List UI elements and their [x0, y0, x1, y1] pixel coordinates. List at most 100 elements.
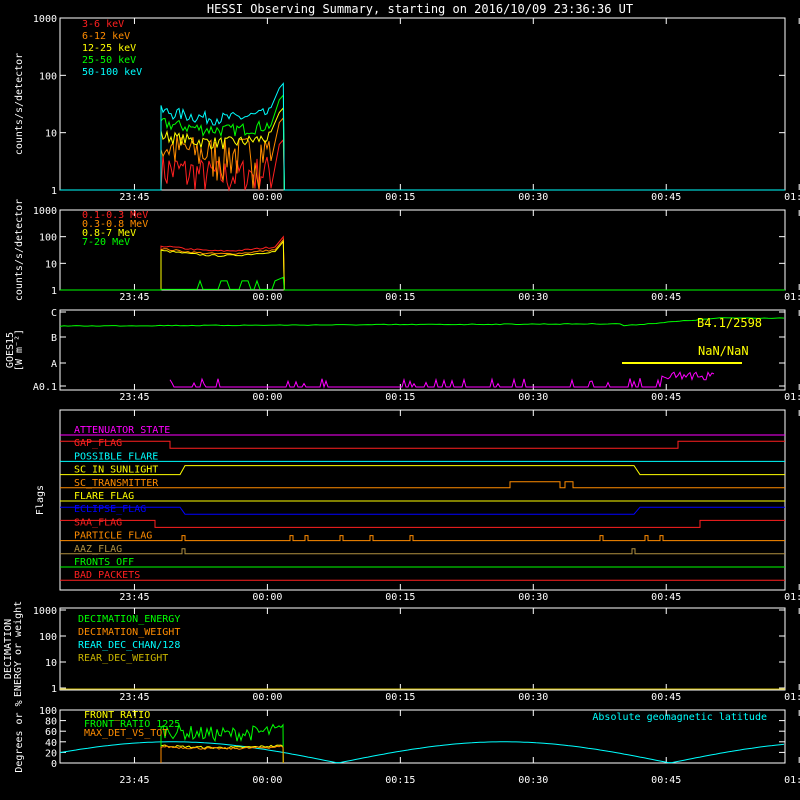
series-line-4	[60, 276, 785, 291]
time-tick-label: 00:45	[651, 775, 681, 786]
y-axis-label: counts/s/detector	[14, 199, 25, 301]
legend-entry: Absolute geomagnetic latitude	[592, 712, 767, 723]
y-tick-label: 1	[51, 684, 57, 695]
time-tick-label: 23:45	[119, 692, 149, 703]
goes-annotation: B4.1/2598	[697, 316, 762, 330]
y-tick-label: C	[51, 308, 57, 319]
time-tick-label: 00:30	[518, 292, 548, 303]
panel-4-frame	[59, 409, 786, 591]
y-axis-label: Degrees or %	[14, 700, 25, 772]
time-tick-label: 00:15	[385, 775, 415, 786]
series-line-2	[60, 238, 785, 291]
flag-line-8	[60, 519, 785, 528]
time-tick-label: 00:45	[651, 192, 681, 203]
time-tick-label: 00:15	[385, 592, 415, 603]
time-tick-label: 01:00	[784, 292, 800, 303]
y-tick-label: 10	[45, 658, 57, 669]
time-tick-label: 00:45	[651, 292, 681, 303]
flag-label: FLARE_FLAG	[74, 491, 134, 502]
flag-line-5	[60, 481, 785, 489]
flag-label: SC_TRANSMITTER	[74, 478, 159, 489]
y-tick-label: 10	[45, 259, 57, 270]
time-tick-label: 01:00	[784, 392, 800, 403]
flag-line-4	[60, 465, 785, 476]
y-tick-label: 1000	[33, 14, 57, 25]
time-tick-label: 23:45	[119, 292, 149, 303]
series-line-2	[60, 116, 785, 191]
y-tick-label: 100	[39, 71, 57, 82]
y-axis-label: [W m⁻²]	[14, 329, 25, 371]
time-tick-label: 23:45	[119, 775, 149, 786]
legend-entry: MAX_DET_VS_TOT	[84, 728, 168, 739]
flag-line-2	[60, 440, 785, 449]
time-tick-label: 01:00	[784, 775, 800, 786]
time-tick-label: 00:30	[518, 775, 548, 786]
time-tick-label: 00:30	[518, 692, 548, 703]
time-tick-label: 01:00	[784, 592, 800, 603]
flag-line-10	[60, 548, 785, 555]
time-tick-label: 00:15	[385, 292, 415, 303]
time-tick-label: 00:00	[252, 392, 282, 403]
legend-entry: REAR_DEC_WEIGHT	[78, 653, 168, 664]
flag-line-7	[60, 506, 785, 515]
time-tick-label: 23:45	[119, 192, 149, 203]
time-tick-label: 00:15	[385, 392, 415, 403]
legend-entry: 12-25 keV	[82, 43, 136, 54]
flag-label: FRONTS_OFF	[74, 557, 134, 568]
hessi-summary-root: HESSI Observing Summary, starting on 201…	[0, 0, 800, 800]
legend-entry: DECIMATION_ENERGY	[78, 614, 180, 625]
time-tick-label: 00:15	[385, 192, 415, 203]
y-tick-label: 1000	[33, 606, 57, 617]
time-tick-label: 00:00	[252, 292, 282, 303]
time-tick-label: 01:00	[784, 692, 800, 703]
flag-line-9	[60, 535, 785, 542]
time-tick-label: 23:45	[119, 592, 149, 603]
flag-label: BAD_PACKETS	[74, 570, 140, 581]
y-tick-label: 100	[39, 706, 57, 717]
flag-label: ECLIPSE_FLAG	[74, 504, 146, 515]
series-line-3	[60, 240, 785, 291]
legend-entry: 25-50 keV	[82, 55, 136, 66]
y-axis-label: ENERGY or weight	[13, 601, 24, 697]
y-tick-label: A0.1	[33, 382, 57, 393]
y-tick-label: 1	[51, 186, 57, 197]
goes-low-line	[59, 317, 785, 327]
legend-entry: REAR_DEC_CHAN/128	[78, 640, 180, 651]
series-line-1	[60, 235, 785, 291]
y-tick-label: B	[51, 333, 57, 344]
time-tick-label: 00:45	[651, 592, 681, 603]
series-line-3	[60, 106, 785, 191]
plot-title: HESSI Observing Summary, starting on 201…	[207, 2, 633, 16]
time-tick-label: 23:45	[119, 392, 149, 403]
legend-entry: 3-6 keV	[82, 19, 124, 30]
ratio-line-3	[160, 745, 284, 764]
legend-entry: 7-20 MeV	[82, 237, 130, 248]
time-tick-label: 00:30	[518, 592, 548, 603]
y-tick-label: 1	[51, 286, 57, 297]
y-tick-label: 40	[45, 738, 57, 749]
time-tick-label: 00:30	[518, 392, 548, 403]
series-line-5	[60, 82, 785, 191]
flag-label: AAZ_FLAG	[74, 544, 122, 555]
flag-label: SAA_FLAG	[74, 517, 122, 528]
geomagnetic-latitude-line	[59, 741, 785, 764]
time-tick-label: 00:00	[252, 692, 282, 703]
y-tick-label: 1000	[33, 206, 57, 217]
y-tick-label: A	[51, 359, 57, 370]
y-tick-label: 20	[45, 748, 57, 759]
flag-label: SC_IN_SUNLIGHT	[74, 465, 158, 476]
y-axis-label: counts/s/detector	[14, 53, 25, 155]
panels: 23:4500:0000:1500:3000:4501:0001:1511010…	[3, 14, 800, 786]
flag-label: GAP_FLAG	[74, 438, 122, 449]
time-tick-label: 00:00	[252, 192, 282, 203]
time-tick-label: 00:00	[252, 592, 282, 603]
y-tick-label: 80	[45, 717, 57, 728]
y-tick-label: 60	[45, 727, 57, 738]
y-tick-label: 100	[39, 632, 57, 643]
y-axis-label: Flags	[35, 485, 46, 515]
y-tick-label: 10	[45, 129, 57, 140]
time-tick-label: 00:45	[651, 692, 681, 703]
time-tick-label: 00:15	[385, 692, 415, 703]
legend-entry: 50-100 keV	[82, 67, 142, 78]
flag-label: PARTICLE_FLAG	[74, 531, 152, 542]
